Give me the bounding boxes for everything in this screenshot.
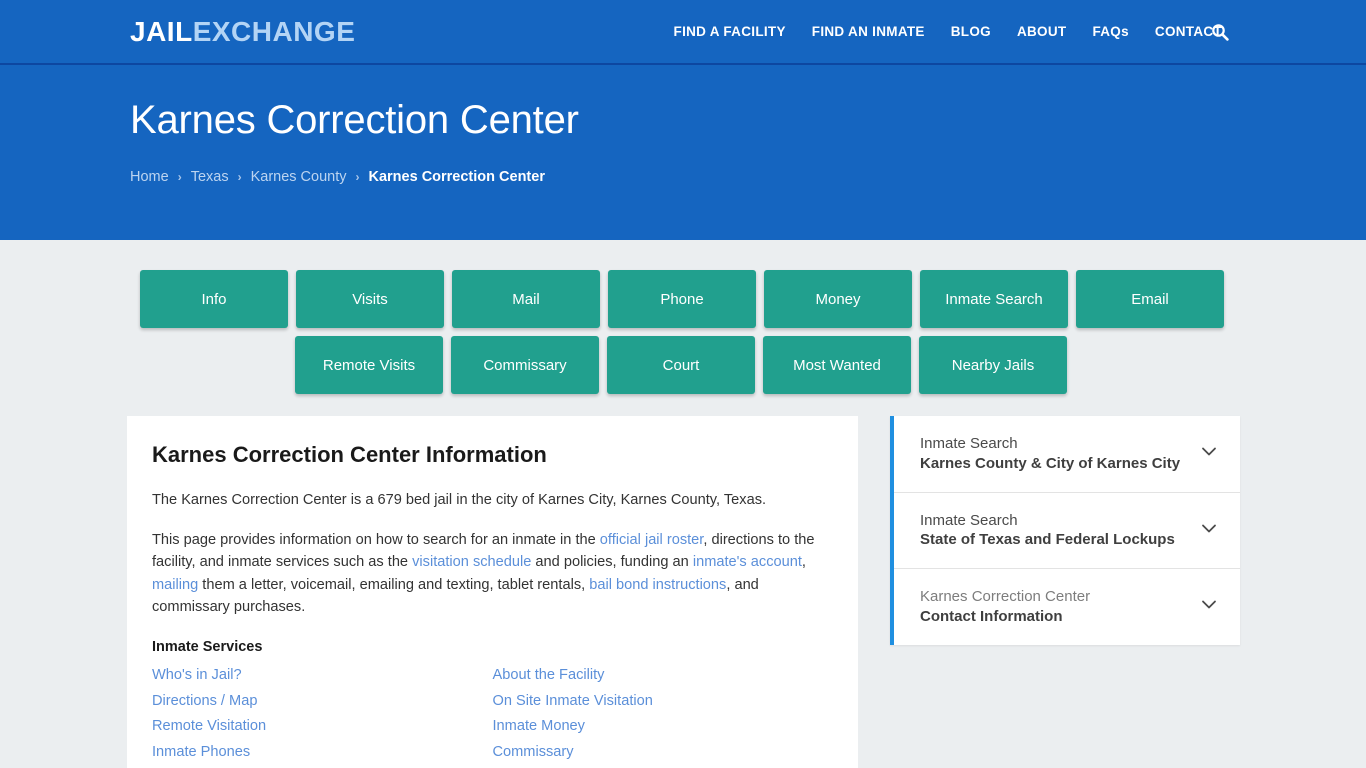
breadcrumb-item-texas[interactable]: Texas xyxy=(191,169,229,185)
search-icon[interactable] xyxy=(1208,20,1232,44)
facility-button-remote-visits[interactable]: Remote Visits xyxy=(295,336,443,394)
facility-button-email[interactable]: Email xyxy=(1076,270,1224,328)
inmate-services-column-right: About the Facility On Site Inmate Visita… xyxy=(493,663,834,765)
inmate-services-heading: Inmate Services xyxy=(152,639,263,656)
facility-button-money[interactable]: Money xyxy=(764,270,912,328)
nav-links: FIND A FACILITY FIND AN INMATE BLOG ABOU… xyxy=(674,24,1346,39)
top-navigation-bar: JAILEXCHANGE FIND A FACILITY FIND AN INM… xyxy=(0,0,1366,65)
nav-item-blog[interactable]: BLOG xyxy=(951,24,991,39)
service-link-inmate-phones[interactable]: Inmate Phones xyxy=(152,740,493,766)
facility-button-mail[interactable]: Mail xyxy=(452,270,600,328)
accordion-item-line1: Inmate Search xyxy=(920,435,1018,452)
sidebar: Inmate Search Karnes County & City of Ka… xyxy=(890,416,1240,768)
accordion-item-line2: Karnes County & City of Karnes City xyxy=(920,454,1181,472)
accordion-item-line2: State of Texas and Federal Lockups xyxy=(920,531,1175,549)
facility-summary-text: The Karnes Correction Center is a 679 be… xyxy=(152,492,767,508)
service-link-inmate-money[interactable]: Inmate Money xyxy=(493,714,834,740)
facility-description-paragraph: This page provides information on how to… xyxy=(152,529,833,619)
site-logo[interactable]: JAILEXCHANGE xyxy=(130,15,356,47)
service-link-on-site-inmate-visitation[interactable]: On Site Inmate Visitation xyxy=(493,689,834,715)
inmate-services-column-left: Who's in Jail? Directions / Map Remote V… xyxy=(152,663,493,765)
service-link-commissary[interactable]: Commissary xyxy=(493,740,834,766)
page-title: Karnes Correction Center xyxy=(130,98,579,142)
service-link-remote-visitation[interactable]: Remote Visitation xyxy=(152,714,493,740)
page-hero: Karnes Correction Center Home › Texas › … xyxy=(0,65,1366,240)
link-inmates-account[interactable]: inmate's account xyxy=(693,554,802,570)
paragraph-text-5: them a letter, voicemail, emailing and t… xyxy=(198,576,590,593)
accordion-item-line2: Contact Information xyxy=(920,607,1063,625)
chevron-down-icon[interactable] xyxy=(1198,593,1220,620)
accordion-item-line1: Karnes Correction Center xyxy=(920,588,1091,606)
facility-button-court[interactable]: Court xyxy=(607,336,755,394)
service-link-directions-map[interactable]: Directions / Map xyxy=(152,689,493,715)
breadcrumb-separator-icon: › xyxy=(237,170,242,184)
facility-button-grid: Info Visits Mail Phone Money Inmate Sear… xyxy=(0,240,1366,394)
accordion-item-inmate-search-county[interactable]: Inmate Search Karnes County & City of Ka… xyxy=(894,416,1240,493)
facility-button-phone[interactable]: Phone xyxy=(608,270,756,328)
link-bail-bond-instructions[interactable]: bail bond instructions xyxy=(589,577,726,593)
facility-button-row-2: Remote Visits Commissary Court Most Want… xyxy=(295,336,1366,394)
chevron-down-icon[interactable] xyxy=(1198,440,1220,467)
paragraph-text-1: This page provides information on how to… xyxy=(152,531,600,548)
breadcrumb-item-home[interactable]: Home xyxy=(130,169,169,185)
link-mailing[interactable]: mailing xyxy=(152,577,198,593)
accordion-item-labels: Karnes Correction Center Contact Informa… xyxy=(920,587,1090,627)
nav-item-faqs[interactable]: FAQs xyxy=(1092,24,1128,39)
facility-information-card: Karnes Correction Center Information The… xyxy=(127,416,858,768)
breadcrumb-item-karnes-county[interactable]: Karnes County xyxy=(251,169,347,185)
nav-item-find-a-facility[interactable]: FIND A FACILITY xyxy=(674,24,786,39)
nav-item-find-an-inmate[interactable]: FIND AN INMATE xyxy=(812,24,925,39)
accordion-item-labels: Inmate Search Karnes County & City of Ka… xyxy=(920,434,1180,474)
link-visitation-schedule[interactable]: visitation schedule xyxy=(412,554,531,570)
facility-button-most-wanted[interactable]: Most Wanted xyxy=(763,336,911,394)
chevron-down-icon[interactable] xyxy=(1198,517,1220,544)
accordion-item-inmate-search-state[interactable]: Inmate Search State of Texas and Federal… xyxy=(894,493,1240,570)
inmate-services-columns: Who's in Jail? Directions / Map Remote V… xyxy=(152,663,833,765)
paragraph-text-3: and policies, funding an xyxy=(531,554,693,571)
content-heading: Karnes Correction Center Information xyxy=(152,442,547,467)
paragraph-text-4: , xyxy=(801,554,806,571)
link-official-jail-roster[interactable]: official jail roster xyxy=(600,532,704,548)
facility-button-commissary[interactable]: Commissary xyxy=(451,336,599,394)
facility-button-visits[interactable]: Visits xyxy=(296,270,444,328)
accordion-item-labels: Inmate Search State of Texas and Federal… xyxy=(920,511,1175,551)
facility-button-info[interactable]: Info xyxy=(140,270,288,328)
service-link-whos-in-jail[interactable]: Who's in Jail? xyxy=(152,663,493,689)
breadcrumb-separator-icon: › xyxy=(177,170,182,184)
logo-text-primary: JAIL xyxy=(130,15,193,47)
service-link-about-the-facility[interactable]: About the Facility xyxy=(493,663,834,689)
main-layout: Karnes Correction Center Information The… xyxy=(0,416,1366,768)
facility-button-row-1: Info Visits Mail Phone Money Inmate Sear… xyxy=(140,270,1366,328)
facility-button-inmate-search[interactable]: Inmate Search xyxy=(920,270,1068,328)
nav-item-about[interactable]: ABOUT xyxy=(1017,24,1067,39)
logo-text-secondary: EXCHANGE xyxy=(192,15,356,47)
accordion-item-line1: Inmate Search xyxy=(920,511,1018,529)
breadcrumb-separator-icon: › xyxy=(355,170,360,184)
accordion-item-contact-information[interactable]: Karnes Correction Center Contact Informa… xyxy=(894,569,1240,645)
breadcrumb: Home › Texas › Karnes County › Karnes Co… xyxy=(130,169,1366,185)
breadcrumb-item-current: Karnes Correction Center xyxy=(368,169,545,185)
sidebar-accordion: Inmate Search Karnes County & City of Ka… xyxy=(890,416,1240,645)
facility-button-nearby-jails[interactable]: Nearby Jails xyxy=(919,336,1067,394)
